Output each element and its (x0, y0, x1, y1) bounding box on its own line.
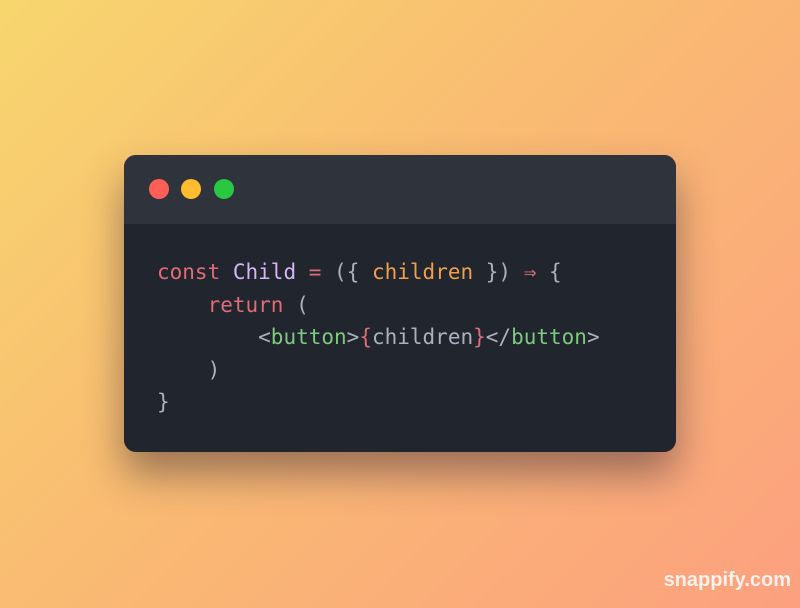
close-dot-icon[interactable] (149, 179, 169, 199)
watermark: snappify.com (663, 569, 791, 591)
code-window: const Child = ({ children }) ⇒ { return … (124, 155, 676, 452)
code-token: </ (485, 325, 512, 349)
code-line: ) (157, 354, 600, 387)
code-token: { (359, 325, 372, 349)
code-token: { (536, 260, 562, 284)
code-token: }) (473, 260, 524, 284)
code-token: Child (232, 260, 297, 284)
code-token: } (473, 325, 486, 349)
code-token: > (586, 325, 600, 349)
code-token: children (371, 260, 474, 284)
code-token: ({ (321, 260, 372, 284)
window-titlebar (124, 155, 676, 224)
code-token: > (346, 325, 360, 349)
code-line: const Child = ({ children }) ⇒ { (157, 256, 600, 289)
code-token: ) (157, 357, 221, 382)
code-token: ( (283, 292, 309, 317)
minimize-dot-icon[interactable] (181, 179, 201, 199)
maximize-dot-icon[interactable] (214, 179, 234, 199)
code-token: button (511, 325, 587, 349)
code-token: = (308, 260, 322, 284)
code-token: ⇒ (523, 260, 537, 284)
code-line: } (157, 386, 600, 419)
code-line: return ( (157, 289, 600, 322)
code-token: children (371, 325, 474, 349)
code-line: <button>{children}</button> (157, 321, 600, 354)
code-token: < (157, 325, 271, 349)
code-token: const (157, 260, 221, 284)
code-token: } (157, 390, 170, 414)
code-block: const Child = ({ children }) ⇒ { return … (157, 256, 600, 419)
code-token: button (270, 325, 347, 349)
code-token: return (207, 292, 284, 317)
